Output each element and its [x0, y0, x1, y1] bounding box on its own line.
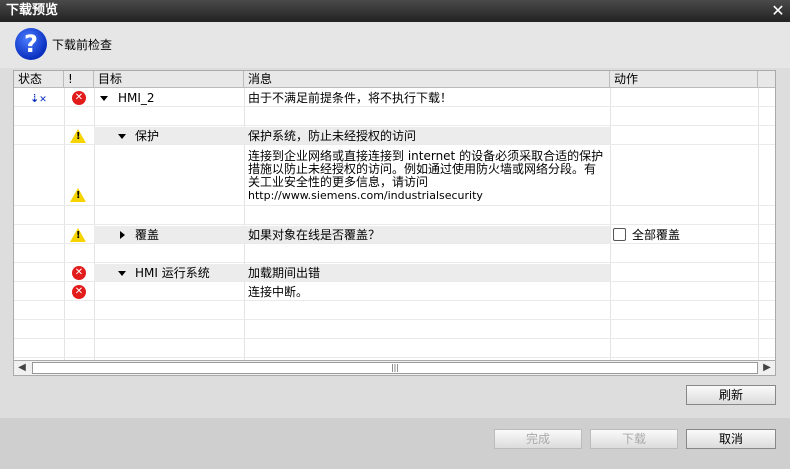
table-row — [14, 302, 775, 320]
warning-icon: ! — [70, 188, 86, 202]
window-title-bar: 下载预览 ✕ — [0, 0, 790, 22]
col-target-header[interactable]: 目标 — [94, 71, 244, 88]
col-bang-header[interactable]: ! — [64, 71, 94, 88]
security-link[interactable]: http://www.siemens.com/industrialsecurit… — [248, 189, 608, 202]
table-row — [14, 108, 775, 126]
table-row — [14, 340, 775, 358]
table-row — [14, 321, 775, 339]
row-target: 保护 — [135, 129, 160, 143]
error-icon: ✕ — [72, 91, 86, 105]
overwrite-all-label[interactable]: 全部覆盖 — [632, 227, 680, 244]
refresh-button[interactable]: 刷新 — [686, 385, 776, 405]
download-button[interactable]: 下载 — [590, 429, 678, 449]
warning-icon: ! — [70, 129, 86, 143]
note-line: 关工业安全性的更多信息，请访问 — [248, 175, 429, 189]
expand-arrow-icon[interactable] — [120, 231, 125, 239]
error-icon: ✕ — [72, 285, 86, 299]
row-message: 由于不满足前提条件，将不执行下载！ — [248, 91, 453, 105]
finish-button[interactable]: 完成 — [494, 429, 582, 449]
security-note: 连接到企业网络或直接连接到 internet 的设备必须采取合适的保护 措施以防… — [248, 150, 608, 203]
table-header: 状态 ! 目标 消息 动作 — [14, 71, 775, 88]
table-row[interactable]: ! 连接到企业网络或直接连接到 internet 的设备必须采取合适的保护 措施… — [14, 146, 775, 206]
window-title: 下载预览 — [6, 3, 59, 18]
table-row — [14, 207, 775, 225]
warning-icon: ! — [70, 228, 86, 242]
row-target: HMI_2 — [118, 91, 155, 105]
header-title: 下载前检查 — [52, 38, 113, 52]
table-row[interactable]: ⇣✕ ✕ HMI_2 由于不满足前提条件，将不执行下载！ — [14, 89, 775, 107]
table-row[interactable]: ✕ 连接中断。 — [14, 283, 775, 301]
row-message: 连接中断。 — [248, 285, 309, 299]
row-message: 加载期间出错 — [248, 266, 321, 280]
close-icon[interactable]: ✕ — [769, 2, 787, 20]
col-action-header[interactable]: 动作 — [610, 71, 758, 88]
row-target: 覆盖 — [135, 228, 160, 242]
col-status-header[interactable]: 状态 — [14, 71, 64, 88]
horizontal-scrollbar[interactable]: ◀ ||| ▶ — [13, 360, 776, 376]
error-icon: ✕ — [72, 266, 86, 280]
cancel-button[interactable]: 取消 — [686, 429, 776, 449]
col-filler-header — [758, 71, 775, 88]
preview-table: 状态 ! 目标 消息 动作 ⇣✕ ✕ HMI_2 由于不满足前提条件，将不执行下… — [13, 70, 776, 362]
row-message: 如果对象在线是否覆盖？ — [248, 228, 381, 242]
download-status-icon: ⇣✕ — [30, 92, 47, 105]
scroll-right-icon[interactable]: ▶ — [759, 361, 775, 375]
table-row — [14, 245, 775, 263]
header-area: ? 下载前检查 — [0, 22, 790, 68]
scroll-left-icon[interactable]: ◀ — [14, 361, 30, 375]
collapse-arrow-icon[interactable] — [118, 271, 126, 276]
overwrite-all-checkbox[interactable] — [613, 228, 626, 241]
row-target: HMI 运行系统 — [135, 266, 210, 280]
scroll-thumb[interactable]: ||| — [32, 362, 758, 374]
table-row[interactable]: ! 保护 保护系统，防止未经授权的访问 — [14, 127, 775, 145]
collapse-arrow-icon[interactable] — [100, 96, 108, 101]
table-row[interactable]: ✕ HMI 运行系统 加载期间出错 — [14, 264, 775, 282]
col-message-header[interactable]: 消息 — [244, 71, 610, 88]
question-icon: ? — [15, 28, 47, 60]
dialog-footer: 完成 下载 取消 — [0, 418, 790, 469]
row-message: 保护系统，防止未经授权的访问 — [248, 129, 417, 143]
table-row[interactable]: ! 覆盖 如果对象在线是否覆盖？ 全部覆盖 — [14, 226, 775, 244]
collapse-arrow-icon[interactable] — [118, 134, 126, 139]
